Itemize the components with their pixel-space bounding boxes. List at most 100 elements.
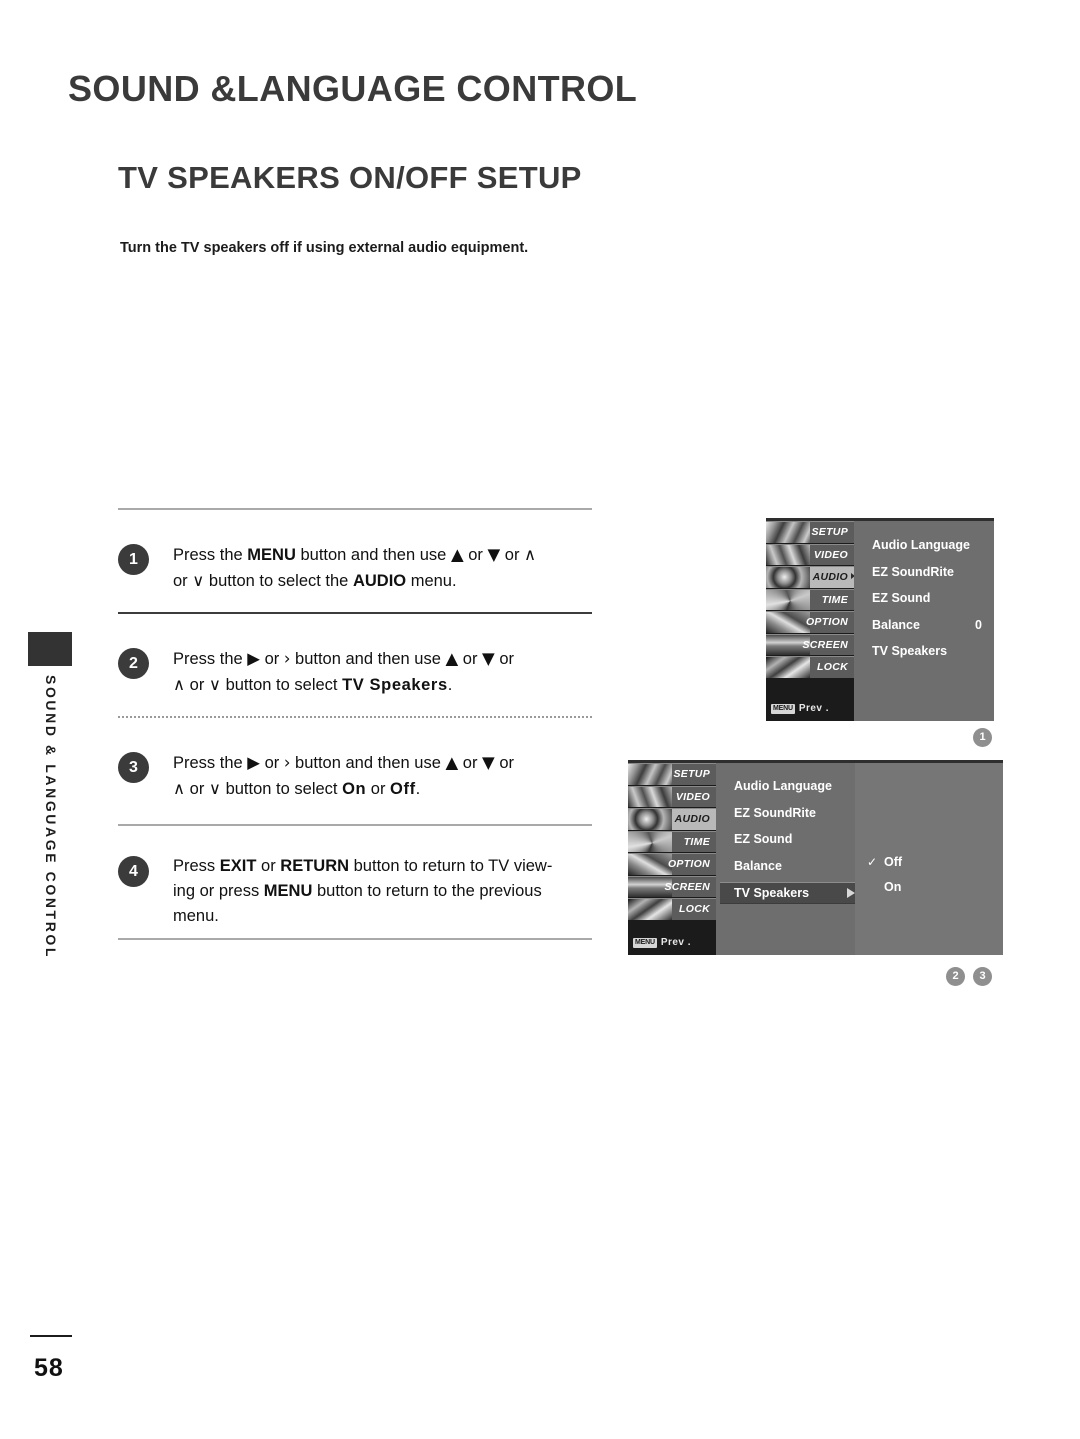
osd-nav-label: TIME	[821, 593, 848, 606]
step-3-l1b: or	[260, 754, 284, 772]
caret-up-icon: ∧	[173, 779, 186, 798]
caret-up-icon: ∧	[524, 545, 537, 564]
osd-nav-item-option[interactable]: OPTION	[766, 611, 854, 633]
osd-nav-item-screen[interactable]: SCREEN	[766, 633, 854, 655]
osd-nav-item-setup[interactable]: SETUP	[628, 763, 716, 785]
osd1-nav-column: SETUP VIDEO AUDIO TIME OPTION SCREEN LOCK MENU…	[766, 521, 854, 721]
osd-menu-item-label: Balance	[872, 617, 920, 632]
osd2-nav-list: SETUP VIDEO AUDIO TIME OPTION SCREEN LOCK	[628, 763, 716, 920]
menu-key-badge: MENU	[633, 937, 657, 948]
step-3-l2c: or	[366, 780, 391, 798]
osd2-item-list: Audio Language EZ SoundRite EZ Sound Balanc…	[720, 776, 869, 904]
osd-menu-item-value: 0	[975, 617, 982, 632]
osd-menu-item[interactable]: Balance 0	[872, 615, 994, 635]
osd-nav-thumbnail-option-icon	[628, 854, 672, 875]
osd-nav-thumbnail-time-icon	[766, 589, 810, 610]
step-2-l2c: .	[447, 676, 453, 694]
osd-menu-item-label: Audio Language	[872, 538, 970, 552]
step-4-exit-key: EXIT	[219, 857, 257, 875]
osd-menu-item[interactable]: EZ SoundRite	[734, 803, 869, 823]
osd-menu-item[interactable]: Balance	[734, 856, 869, 876]
osd-screenshot-audio-menu: SETUP VIDEO AUDIO TIME OPTION SCREEN LOCK MENU…	[766, 518, 994, 721]
osd-nav-item-setup[interactable]: SETUP	[766, 521, 854, 543]
osd-menu-item-label: EZ SoundRite	[734, 805, 816, 820]
step-1-audio-menu: AUDIO	[352, 572, 407, 590]
section-title: TV SPEAKERS ON/OFF SETUP	[118, 160, 582, 195]
manual-page: SOUND &LANGUAGE CONTROL TV SPEAKERS ON/O…	[0, 0, 1080, 1439]
osd-nav-item-screen[interactable]: SCREEN	[628, 875, 716, 897]
step-4-menu-key: MENU	[263, 882, 313, 900]
osd-nav-item-video[interactable]: VIDEO	[628, 785, 716, 807]
page-number: 58	[34, 1354, 64, 1382]
osd-nav-thumbnail-option-icon	[766, 612, 810, 633]
step-2-tv-speakers: TV Speakers	[342, 676, 448, 694]
osd-nav-thumbnail-time-icon	[628, 831, 672, 852]
osd-menu-item[interactable]: EZ SoundRite	[872, 562, 994, 582]
step-2-l1b: or	[260, 650, 284, 668]
osd-nav-label: LOCK	[679, 903, 710, 915]
step-1-l1c: or	[463, 546, 488, 564]
osd-nav-thumbnail-setup-icon	[628, 764, 672, 785]
osd-nav-item-lock[interactable]: LOCK	[628, 898, 716, 920]
step-3-l2a: or	[185, 780, 209, 798]
step-3-text: Press the ▶ or › button and then use ▲ o…	[173, 750, 598, 802]
osd-nav-label: SETUP	[673, 768, 710, 780]
osd-nav-item-time[interactable]: TIME	[628, 830, 716, 852]
osd-menu-item-label: Balance	[734, 858, 782, 873]
osd-nav-thumbnail-audio-icon	[628, 809, 672, 830]
osd-menu-item-label: EZ Sound	[734, 832, 793, 846]
step-3-l1e: or	[494, 754, 515, 772]
osd-nav-label: AUDIO	[812, 571, 848, 583]
osd-nav-item-video[interactable]: VIDEO	[766, 543, 854, 565]
osd-menu-item-label: TV Speakers	[872, 644, 948, 658]
step-1-text: Press the MENU button and then use ▲ or …	[173, 542, 598, 594]
osd-menu-item[interactable]: TV Speakers	[720, 882, 869, 904]
osd-nav-item-time[interactable]: TIME	[766, 588, 854, 610]
step-marker-1: 1	[973, 728, 992, 747]
step-2-l2b: button to select	[221, 676, 343, 694]
osd-nav-item-lock[interactable]: LOCK	[766, 656, 854, 678]
osd-submenu-checkmark-icon: ✓	[867, 855, 878, 869]
osd-nav-thumbnail-audio-icon	[766, 567, 810, 588]
osd-nav-selected-arrow-icon	[851, 573, 854, 579]
caret-down-icon: ∨	[192, 571, 205, 590]
osd-submenu-option-on[interactable]: On	[884, 880, 901, 894]
divider-top	[118, 508, 592, 510]
step-2-l1d: or	[458, 650, 483, 668]
step-3-l2b: button to select	[221, 780, 343, 798]
osd-submenu-option-off[interactable]: Off	[884, 855, 902, 869]
osd-menu-item[interactable]: Audio Language	[734, 776, 869, 796]
osd-nav-label: VIDEO	[813, 548, 848, 561]
sidebar-chapter-label: SOUND & LANGUAGE CONTROL	[43, 675, 59, 960]
step-2-l1a: Press the	[173, 650, 248, 668]
osd-nav-item-audio[interactable]: AUDIO	[766, 566, 854, 588]
step-3-l1a: Press the	[173, 754, 248, 772]
step-2-l2a: or	[185, 676, 209, 694]
down-arrow-icon: ▼	[482, 649, 495, 668]
step-1-l2a: or	[173, 572, 193, 590]
osd-nav-thumbnail-lock-icon	[766, 657, 810, 678]
step-4-l1a: Press	[173, 857, 220, 875]
osd-nav-item-option[interactable]: OPTION	[628, 853, 716, 875]
osd-menu-item[interactable]: TV Speakers	[872, 641, 994, 661]
osd-menu-item[interactable]: Audio Language	[872, 535, 994, 555]
osd-nav-label: OPTION	[667, 858, 710, 870]
down-arrow-icon: ▼	[487, 545, 501, 564]
step-1-l1b: button and then use	[295, 546, 451, 564]
step-3-l1c: button and then use	[290, 754, 446, 772]
osd-nav-item-audio[interactable]: AUDIO	[628, 808, 716, 830]
osd-menu-item[interactable]: EZ Sound	[734, 829, 869, 849]
step-marker-2: 2	[946, 967, 965, 986]
osd-menu-item-label: TV Speakers	[734, 886, 810, 900]
step-1-l1d: or	[500, 546, 525, 564]
osd2-nav-column: SETUP VIDEO AUDIO TIME OPTION SCREEN LOCK MENU…	[628, 763, 716, 955]
osd-nav-label: SCREEN	[664, 880, 710, 893]
osd-menu-item-label: Audio Language	[734, 779, 832, 793]
osd-menu-item-label: EZ Sound	[872, 591, 931, 605]
caret-down-icon: ∨	[208, 779, 221, 798]
intro-paragraph: Turn the TV speakers off if using extern…	[120, 240, 529, 256]
step-4-l3: menu.	[173, 907, 219, 925]
osd-menu-item[interactable]: EZ Sound	[872, 588, 994, 608]
osd2-submenu-panel: ✓ Off On	[855, 763, 1003, 955]
osd-nav-thumbnail-lock-icon	[628, 899, 672, 920]
